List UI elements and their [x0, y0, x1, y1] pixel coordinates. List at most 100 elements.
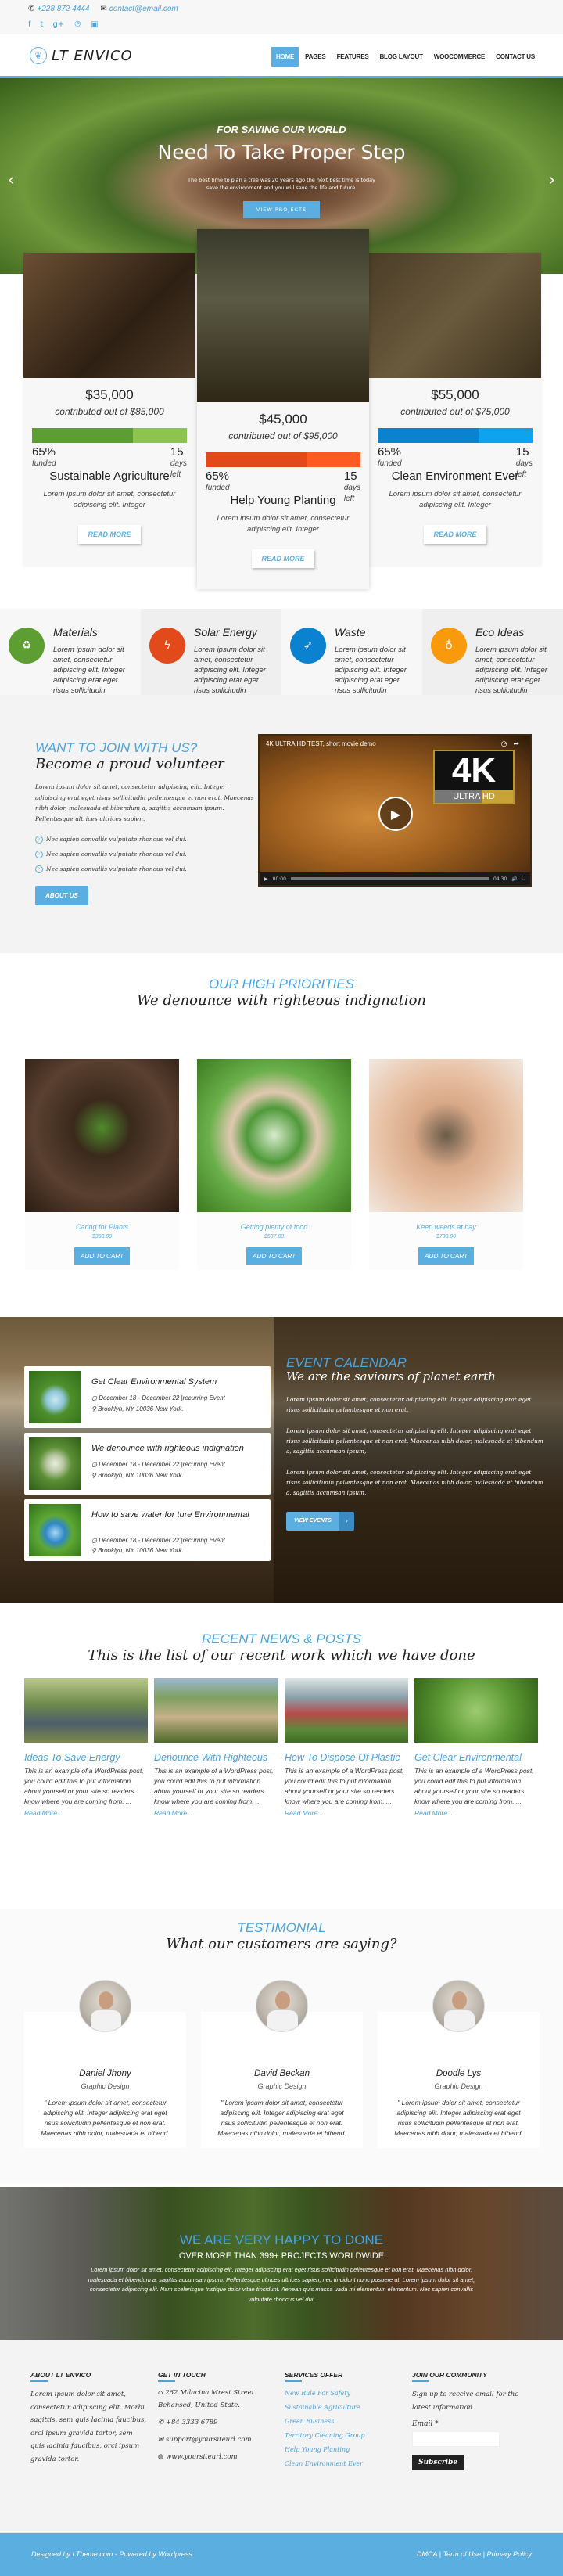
website[interactable]: ◍ www.yoursiteurl.com	[158, 2451, 275, 2463]
pinterest-icon[interactable]: ℗	[74, 20, 81, 29]
post-image[interactable]	[414, 1678, 538, 1743]
service-link[interactable]: Territory Cleaning Group	[285, 2429, 402, 2443]
list-item: › Nec sapien convallis vulputate rhoncus …	[35, 847, 258, 862]
read-more-link[interactable]: Read More...	[24, 1809, 148, 1817]
clock-icon: ◷	[91, 1394, 99, 1401]
customer-quote: " Lorem ipsum dolor sit amet, consectetu…	[41, 2099, 170, 2137]
email-field[interactable]	[412, 2431, 500, 2447]
read-more-link[interactable]: Read More...	[154, 1809, 278, 1817]
read-more-link[interactable]: Read More...	[414, 1809, 538, 1817]
view-projects-button[interactable]: VIEW PROJECTS	[243, 201, 320, 218]
nav-woocommerce[interactable]: WOOCOMMERCE	[429, 47, 489, 67]
play-icon[interactable]: ▶	[264, 876, 268, 882]
home-icon: ⌂	[158, 2389, 166, 2397]
avatar-body	[444, 2010, 475, 2031]
event-item[interactable]: How to save water for ture Environmental…	[24, 1499, 271, 1561]
product-image[interactable]	[369, 1059, 523, 1212]
nav-contact-us[interactable]: CONTACT US	[491, 47, 540, 67]
legal-links[interactable]: DMCA | Term of Use | Primary Policy	[417, 2550, 532, 2558]
bolt-icon: ϟ	[149, 628, 185, 664]
main-nav: HOME PAGES FEATURES BLOG LAYOUT WOOCOMME…	[271, 47, 540, 67]
post-title[interactable]: How To Dispose Of Plastic	[285, 1752, 408, 1763]
product-image[interactable]	[25, 1059, 179, 1212]
nav-features[interactable]: FEATURES	[332, 47, 374, 67]
section-header: OUR HIGH PRIORITIES We denounce with rig…	[0, 977, 563, 1009]
logo[interactable]: ❦ LT ENVICO	[30, 47, 133, 64]
post-image[interactable]	[285, 1678, 408, 1743]
service-link[interactable]: Sustainable Agriculture	[285, 2401, 402, 2415]
events-section: Get Clear Environmental System ◷ Decembe…	[0, 1317, 563, 1603]
chevron-right-icon: ›	[35, 865, 43, 873]
play-button-icon[interactable]: ▶	[378, 797, 413, 831]
event-title[interactable]: We denounce with righteous indignation	[91, 1444, 267, 1453]
phone-link[interactable]: ✆ +228 872 4444	[28, 5, 89, 13]
chevron-right-icon: ›	[35, 850, 43, 858]
post-image[interactable]	[24, 1678, 148, 1743]
event-title[interactable]: Get Clear Environmental System	[91, 1377, 267, 1387]
customer-quote: " Lorem ipsum dolor sit amet, consectetu…	[217, 2099, 346, 2137]
service-link[interactable]: New Rule For Safety	[285, 2387, 402, 2401]
post-image[interactable]	[154, 1678, 278, 1743]
volume-icon[interactable]: 🔊	[511, 876, 517, 882]
events-kicker: EVENT CALENDAR	[286, 1355, 407, 1370]
product-image[interactable]	[197, 1059, 351, 1212]
service-link[interactable]: Green Business	[285, 2415, 402, 2429]
stats-banner: WE ARE VERY HAPPY TO DONE OVER MORE THAN…	[0, 2187, 563, 2340]
chevron-right-icon: ›	[339, 1512, 355, 1531]
slider-next-icon[interactable]: ›	[548, 171, 555, 190]
credits[interactable]: Designed by LTheme.com - Powered by Word…	[31, 2550, 192, 2558]
hero-text: The best time to plan a tree was 20 year…	[188, 177, 375, 191]
footer-heading: JOIN OUR COMMUNITY	[412, 2371, 529, 2382]
post-title[interactable]: Ideas To Save Energy	[24, 1752, 148, 1763]
avatar	[432, 1980, 485, 2032]
progress-fill	[206, 452, 307, 467]
event-item[interactable]: We denounce with righteous indignation ◷…	[24, 1433, 271, 1495]
add-to-cart-button[interactable]: ADD TO CART	[246, 1247, 303, 1265]
product-name[interactable]: Caring for Plants	[25, 1223, 179, 1231]
slider-prev-icon[interactable]: ‹	[8, 171, 15, 190]
event-date: ◷ December 18 - December 22 |recurring E…	[91, 1394, 225, 1401]
video-title: 4K ULTRA HD TEST, short movie demo	[266, 740, 376, 747]
watch-later-icon[interactable]: ◷	[501, 740, 507, 748]
post-title[interactable]: Get Clear Environmental	[414, 1752, 538, 1763]
read-more-button[interactable]: READ MORE	[252, 549, 314, 568]
testimonial-kicker: TESTIMONIAL	[237, 1920, 326, 1935]
lightbulb-icon: ♁	[431, 628, 467, 664]
event-item[interactable]: Get Clear Environmental System ◷ Decembe…	[24, 1366, 271, 1428]
product-name[interactable]: Keep weeds at bay	[369, 1223, 523, 1231]
subscribe-button[interactable]: Subscribe	[412, 2455, 464, 2470]
campaign-goal: contributed out of $85,000	[55, 406, 164, 417]
read-more-button[interactable]: READ MORE	[424, 525, 486, 544]
fullscreen-icon[interactable]: ⛶	[522, 876, 525, 882]
facebook-icon[interactable]: f	[28, 20, 31, 29]
event-title[interactable]: How to save water for ture Environmental	[91, 1510, 267, 1520]
map-pin-icon: ⚲	[91, 1472, 99, 1479]
nav-pages[interactable]: PAGES	[300, 47, 330, 67]
email-link[interactable]: ✉ contact@email.com	[100, 5, 178, 13]
post-title[interactable]: Denounce With Righteous	[154, 1752, 278, 1763]
product-price: $368.00	[91, 1234, 113, 1239]
site-header: ❦ LT ENVICO HOME PAGES FEATURES BLOG LAY…	[0, 34, 563, 78]
event-location: ⚲ Brooklyn, NY 10036 New York.	[91, 1472, 184, 1479]
read-more-button[interactable]: READ MORE	[78, 525, 141, 544]
event-calendar-info: EVENT CALENDAR We are the saviours of pl…	[286, 1355, 544, 1531]
product-name[interactable]: Getting plenty of food	[197, 1223, 351, 1231]
email[interactable]: ✉ support@yoursiteurl.com	[158, 2434, 275, 2446]
share-icon[interactable]: ➦	[513, 740, 519, 748]
about-us-button[interactable]: ABOUT US	[35, 886, 88, 905]
add-to-cart-button[interactable]: ADD TO CART	[418, 1247, 475, 1265]
add-to-cart-button[interactable]: ADD TO CART	[74, 1247, 131, 1265]
nav-blog-layout[interactable]: BLOG LAYOUT	[375, 47, 427, 67]
view-events-button[interactable]: VIEW EVENTS ›	[286, 1512, 355, 1531]
service-link[interactable]: Help Young Planting	[285, 2443, 402, 2457]
services-list: New Rule For Safety Sustainable Agricult…	[285, 2387, 402, 2471]
twitter-icon[interactable]: t	[41, 20, 44, 29]
video-player[interactable]: 4K ULTRA HD TEST, short movie demo ◷ ➦ 4…	[258, 734, 532, 887]
google-plus-icon[interactable]: g+	[52, 20, 64, 29]
service-link[interactable]: Clean Environment Ever	[285, 2457, 402, 2471]
youtube-icon[interactable]: ▣	[91, 20, 98, 29]
nav-home[interactable]: HOME	[271, 47, 299, 67]
avatar-body	[267, 2010, 298, 2031]
seek-bar[interactable]	[290, 877, 489, 880]
read-more-link[interactable]: Read More...	[285, 1809, 408, 1817]
